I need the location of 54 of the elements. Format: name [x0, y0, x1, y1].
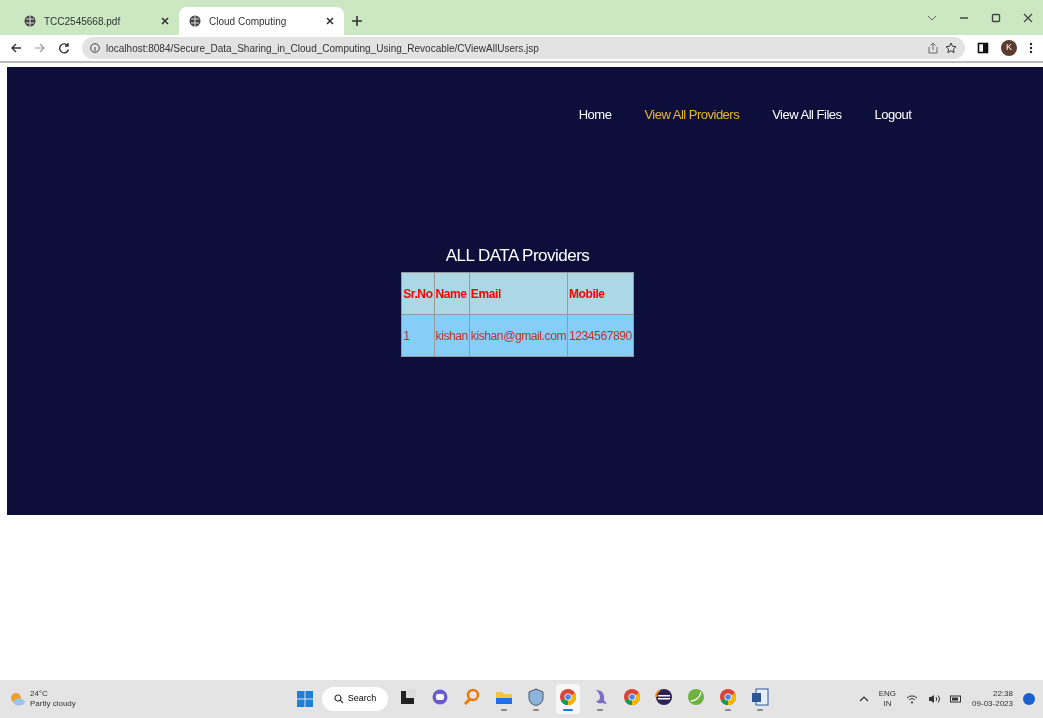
table-cell: 1234567890: [567, 314, 634, 357]
address-bar[interactable]: localhost:8084/Secure_Data_Sharing_in_Cloud_Computing_Using_Revocable/CViewAllUsers.jsp: [82, 37, 965, 59]
profile-avatar[interactable]: K: [1001, 40, 1017, 56]
nav-link[interactable]: Home: [578, 105, 612, 125]
table-cell: kishan@gmail.com: [469, 314, 568, 357]
column-header: Mobile: [567, 272, 634, 315]
side-panel-icon[interactable]: [977, 42, 989, 54]
chrome-icon: [623, 687, 642, 706]
maximize-icon[interactable]: [991, 12, 1001, 23]
browser-tab[interactable]: TCC2545668.pdf: [14, 7, 179, 35]
search-icon: [333, 694, 344, 704]
column-header: Email: [469, 272, 568, 315]
magnifier-icon: [463, 687, 482, 706]
speaker-icon[interactable]: [928, 694, 941, 704]
browser-tab[interactable]: Cloud Computing: [179, 7, 344, 35]
temperature-text: 24°C: [30, 689, 49, 699]
eclipse-icon: [655, 687, 674, 706]
clock[interactable]: 22:38 09-03-2023: [972, 688, 1013, 710]
notification-icon[interactable]: [1023, 693, 1035, 705]
close-icon[interactable]: [1023, 12, 1033, 23]
forward-arrow-icon[interactable]: [34, 42, 46, 54]
more-menu-icon[interactable]: [1029, 42, 1033, 54]
chrome-icon: [559, 687, 578, 706]
reload-icon[interactable]: [58, 42, 70, 54]
nav-link[interactable]: View All Providers: [644, 105, 740, 125]
table-cell: kishan: [434, 314, 470, 357]
chrome-icon: [719, 687, 738, 706]
back-arrow-icon[interactable]: [10, 42, 22, 54]
nav-link[interactable]: Logout: [874, 105, 912, 125]
leaf-icon: [687, 687, 706, 706]
new-tab-icon[interactable]: [352, 16, 362, 26]
chat-icon: [431, 687, 450, 706]
page-title: ALL DATA Providers: [445, 244, 590, 267]
battery-icon[interactable]: [950, 694, 963, 704]
close-tab-icon[interactable]: [161, 17, 169, 25]
document-icon: [751, 687, 770, 706]
globe-icon: [24, 15, 36, 27]
start-icon[interactable]: [295, 690, 314, 708]
weather-condition: Partly cloudy: [30, 699, 76, 709]
widgets-icon: [399, 687, 418, 706]
table-cell: 1: [401, 314, 435, 357]
language-indicator[interactable]: ENG IN: [878, 688, 897, 710]
info-icon: [90, 43, 100, 53]
column-header: Sr.No: [401, 272, 435, 315]
wifi-icon[interactable]: [906, 694, 919, 704]
search-button[interactable]: Search: [321, 687, 389, 711]
chevron-up-icon[interactable]: [858, 694, 869, 704]
shield-icon: [527, 687, 546, 706]
close-tab-icon[interactable]: [326, 17, 334, 25]
globe-icon: [189, 15, 201, 27]
column-header: Name: [434, 272, 470, 315]
star-icon[interactable]: [945, 42, 957, 54]
share-icon[interactable]: [927, 42, 939, 54]
nav-link[interactable]: View All Files: [772, 105, 842, 125]
